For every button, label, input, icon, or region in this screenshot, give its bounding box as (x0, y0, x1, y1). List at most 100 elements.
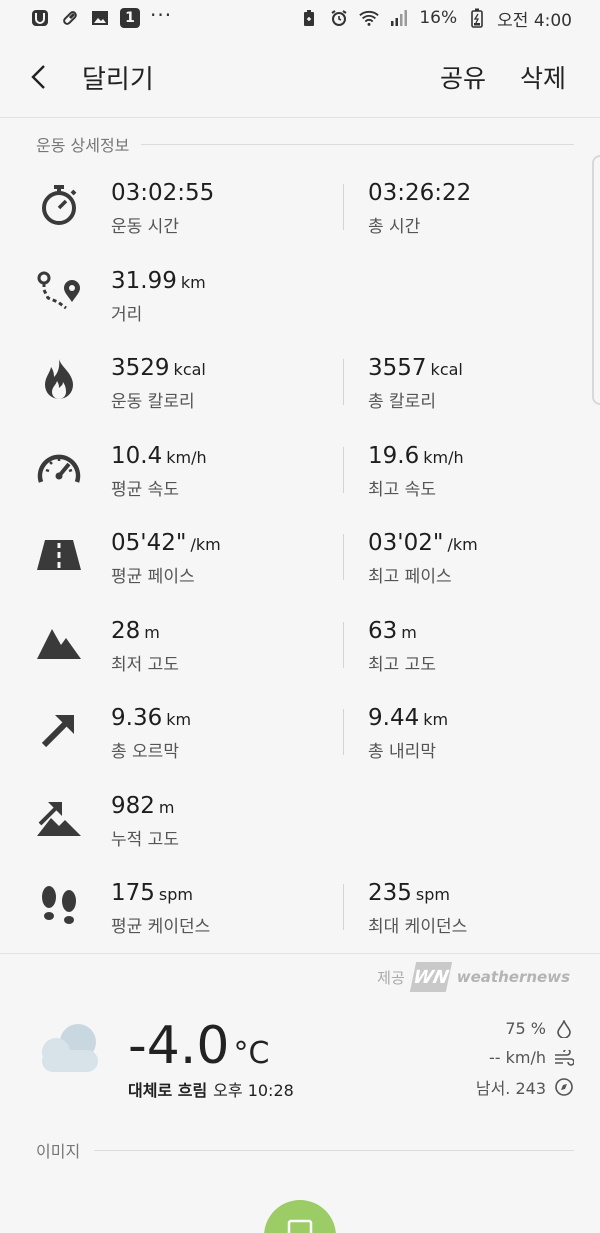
metric-left: 03:02:55 운동 시간 (111, 179, 218, 237)
metric-value: 3529 kcal (111, 355, 206, 381)
section-divider (141, 143, 574, 145)
app-bar: 달리기 공유 삭제 (0, 36, 600, 118)
metric-label: 최고 페이스 (368, 567, 452, 587)
metric-label: 최대 케이던스 (368, 917, 468, 937)
metric-right: 03:26:22 총 시간 (368, 179, 475, 237)
stopwatch-icon (34, 180, 84, 230)
metric-left: 10.4 km/h 평균 속도 (111, 442, 207, 500)
metric-value: 28 m (111, 617, 160, 644)
metric-label: 총 칼로리 (368, 392, 436, 412)
clock: 오전 4:00 (497, 10, 572, 31)
metric-right: 235 spm 최대 케이던스 (368, 879, 467, 937)
image-icon (90, 9, 110, 27)
metric-value: 9.36 km (111, 705, 192, 731)
metric-label: 운동 시간 (111, 217, 179, 237)
metric-label: 거리 (111, 304, 143, 325)
add-image-button[interactable] (264, 1200, 336, 1233)
metric-label: 최고 고도 (368, 654, 436, 675)
metric-label: 최저 고도 (111, 654, 179, 675)
details-section-header: 운동 상세정보 (36, 132, 574, 156)
status-bar-right: 16% 오전 4:00 (299, 6, 572, 31)
column-divider (343, 184, 344, 230)
metric-left: 05'42"/km 평균 페이스 (111, 529, 221, 587)
metric-value: 19.6 km/h (368, 442, 464, 469)
wind-direction-row: 남서. 243 (476, 1072, 574, 1101)
metric-label: 총 오르막 (111, 742, 179, 762)
road-icon (34, 530, 84, 580)
metric-row-elevation-gain: 982 m 누적 고도 (0, 783, 600, 871)
metric-left: 3529 kcal 운동 칼로리 (111, 354, 206, 412)
flame-icon (34, 355, 84, 405)
metric-value: 3557 kcal (368, 355, 463, 381)
metric-value: 235 spm (368, 880, 450, 906)
metric-label: 운동 칼로리 (111, 392, 195, 412)
metric-value: 03'02"/km (368, 530, 478, 556)
column-divider (343, 709, 344, 755)
weather-provider: 제공 WN weathernews (377, 962, 570, 992)
metric-left: 9.36 km 총 오르막 (111, 704, 191, 762)
metric-right: 3557 kcal 총 칼로리 (368, 354, 463, 412)
metric-right: 9.44 km 총 내리막 (368, 704, 448, 762)
metric-left: 175 spm 평균 케이던스 (111, 879, 210, 937)
metric-label: 평균 페이스 (111, 567, 195, 587)
metric-label: 평균 속도 (111, 479, 179, 500)
column-divider (343, 446, 344, 493)
metric-row-calories: 3529 kcal 운동 칼로리 3557 kcal 총 칼로리 (0, 345, 600, 433)
cloud-icon (36, 1020, 102, 1076)
delete-button[interactable]: 삭제 (520, 59, 566, 95)
metric-row-cadence: 175 spm 평균 케이던스 235 spm 최대 케이던스 (0, 870, 600, 958)
share-button[interactable]: 공유 (440, 59, 486, 95)
weather-details: 75 % -- km/h 남서. 243 (476, 1014, 574, 1101)
wind-direction-value: 남서. 243 (475, 1078, 546, 1098)
pill-icon (60, 9, 80, 27)
metric-label: 총 시간 (368, 217, 421, 237)
signal-icon (389, 9, 409, 27)
metric-row-distance: 31.99 km 거리 (0, 258, 600, 346)
page-title: 달리기 (82, 64, 154, 95)
metric-value: 9.44 km (368, 705, 449, 731)
details-section-title: 운동 상세정보 (36, 136, 130, 155)
compass-icon (554, 1077, 574, 1097)
header-divider (0, 117, 600, 118)
droplet-icon (554, 1019, 574, 1039)
metric-label: 총 내리막 (368, 742, 436, 762)
weather-condition: 대체로 흐림 오후 10:28 (128, 1081, 294, 1100)
metric-value: 05'42"/km (111, 530, 221, 556)
wifi-icon (359, 9, 380, 27)
metric-left: 982 m 누적 고도 (111, 792, 179, 850)
images-section-header: 이미지 (36, 1138, 574, 1162)
column-divider (343, 621, 344, 668)
status-bar-left: 1 ··· (30, 3, 173, 28)
metric-row-ascent: 9.36 km 총 오르막 9.44 km 총 내리막 (0, 695, 600, 783)
wind-speed-row: -- km/h (476, 1043, 574, 1072)
column-divider (343, 534, 344, 580)
battery-icon (467, 8, 487, 28)
wind-speed-value: -- km/h (488, 1048, 546, 1067)
metric-right: 63 m 최고 고도 (368, 617, 436, 675)
metric-right: 19.6 km/h 최고 속도 (368, 442, 464, 500)
number-badge-icon: 1 (120, 8, 140, 28)
footsteps-icon (34, 880, 84, 930)
metric-row-pace: 05'42"/km 평균 페이스 03'02"/km 최고 페이스 (0, 520, 600, 608)
wind-icon (554, 1048, 574, 1068)
status-bar: 1 ··· 16% 오전 4:00 (0, 0, 600, 36)
battery-saver-icon (299, 9, 319, 27)
weather-divider (0, 953, 600, 954)
more-dots-icon: ··· (150, 3, 173, 27)
metric-label: 평균 케이던스 (111, 917, 211, 937)
column-divider (343, 884, 344, 930)
provider-name: weathernews (456, 968, 570, 986)
images-section-title: 이미지 (36, 1142, 81, 1161)
section-divider (94, 1149, 574, 1151)
workout-details-list: 03:02:55 운동 시간 03:26:22 총 시간 31.99 km 거리 … (0, 170, 600, 958)
metric-value: 982 m (111, 792, 175, 819)
route-icon (34, 268, 84, 318)
humidity-value: 75 % (505, 1019, 546, 1038)
back-icon[interactable] (30, 62, 54, 92)
metric-value: 03:02:55 (111, 180, 215, 206)
metric-value: 63 m (368, 617, 417, 644)
metric-value: 175 spm (111, 880, 193, 906)
metric-value: 03:26:22 (368, 180, 472, 206)
metric-right: 03'02"/km 최고 페이스 (368, 529, 478, 587)
metric-label: 누적 고도 (111, 829, 179, 850)
